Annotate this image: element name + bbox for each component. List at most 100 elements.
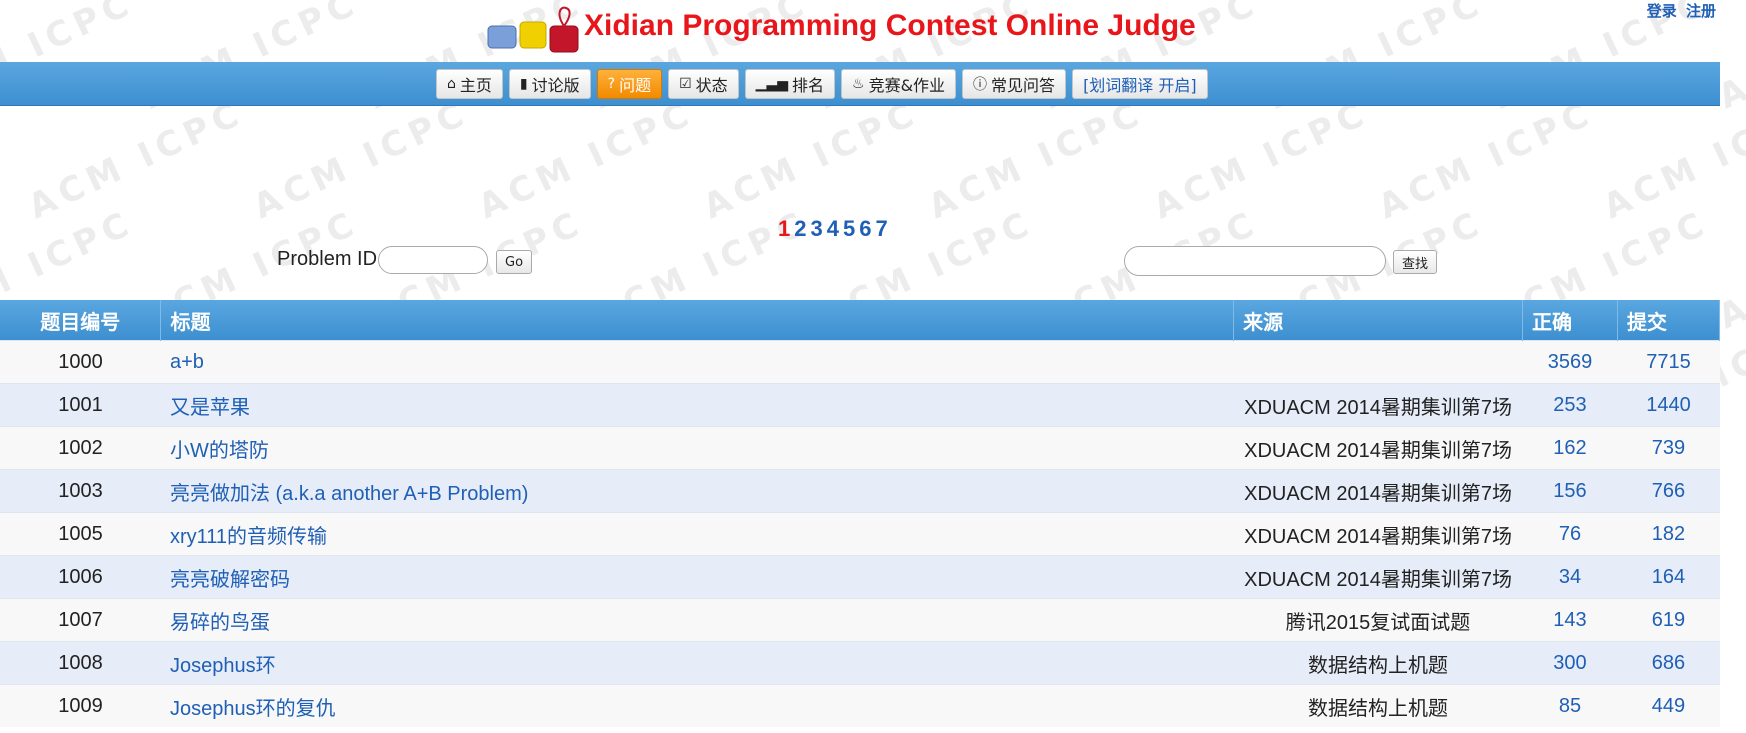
- col-header-accepted[interactable]: 正确: [1522, 300, 1618, 341]
- problem-id-label: Problem ID: [277, 248, 378, 270]
- col-header-source[interactable]: 来源: [1233, 300, 1523, 341]
- nav-item-label: [划词翻译 开启]: [1083, 76, 1197, 95]
- problem-title-link[interactable]: 小W的塔防: [170, 440, 269, 462]
- problem-id-input[interactable]: [378, 246, 488, 274]
- accepted-count-cell[interactable]: 34: [1522, 555, 1618, 599]
- table-row: 1007 易碎的鸟蛋 腾讯2015复试面试题 143 619: [0, 598, 1720, 642]
- site-title: Xidian Programming Contest Online Judge: [584, 9, 1196, 42]
- submitted-count-cell[interactable]: 739: [1617, 426, 1720, 470]
- problem-title-link[interactable]: xry111的音频传输: [170, 526, 327, 548]
- col-header-id[interactable]: 题目编号: [0, 300, 162, 341]
- accepted-count-cell[interactable]: 143: [1522, 598, 1618, 642]
- nav-item-2[interactable]: ? 问题: [596, 69, 663, 99]
- problem-id-cell: 1000: [0, 340, 161, 384]
- home-icon: ⌂: [447, 76, 456, 92]
- problem-title-cell[interactable]: 易碎的鸟蛋: [160, 598, 1234, 642]
- watermark-text: ACM ICPC: [1147, 92, 1375, 228]
- submitted-count-cell[interactable]: 7715: [1617, 340, 1720, 384]
- problem-source-cell: 腾讯2015复试面试题: [1233, 598, 1523, 642]
- accepted-count-cell[interactable]: 156: [1522, 469, 1618, 513]
- find-button[interactable]: 查找: [1393, 250, 1438, 274]
- watermark-text: ACM ICPC: [22, 92, 250, 228]
- table-row: 1008 Josephus环 数据结构上机题 300 686: [0, 641, 1720, 685]
- accepted-count-cell[interactable]: 85: [1522, 684, 1618, 727]
- col-header-title[interactable]: 标题: [160, 300, 1235, 341]
- table-row: 1003 亮亮做加法 (a.k.a another A+B Problem) XDU…: [0, 469, 1720, 513]
- problem-source-cell: XDUACM 2014暑期集训第7场: [1233, 512, 1523, 556]
- problem-source-cell: XDUACM 2014暑期集训第7场: [1233, 555, 1523, 599]
- watermark-text: ACM ICPC: [1372, 92, 1600, 228]
- page-link[interactable]: 7: [876, 216, 888, 242]
- problem-source-cell: XDUACM 2014暑期集训第7场: [1233, 383, 1523, 427]
- problem-title-link[interactable]: 易碎的鸟蛋: [170, 612, 270, 634]
- page-link[interactable]: 4: [827, 216, 839, 242]
- problem-id-cell: 1003: [0, 469, 161, 513]
- nav-item-label: 状态: [695, 76, 728, 95]
- problem-title-cell[interactable]: 亮亮做加法 (a.k.a another A+B Problem): [160, 469, 1234, 513]
- page-link[interactable]: 5: [843, 216, 855, 242]
- accepted-count-cell[interactable]: 253: [1522, 383, 1618, 427]
- accepted-count-cell[interactable]: 300: [1522, 641, 1618, 685]
- nav-item-1[interactable]: ▮ 讨论版: [508, 69, 591, 99]
- page-link[interactable]: 1: [778, 216, 790, 242]
- submitted-count-cell[interactable]: 182: [1617, 512, 1720, 556]
- nav-item-5[interactable]: ♨ 竞赛&作业: [841, 69, 957, 99]
- submitted-count-cell[interactable]: 164: [1617, 555, 1720, 599]
- problem-id-cell: 1001: [0, 383, 161, 427]
- problem-title-cell[interactable]: Josephus环: [160, 641, 1234, 685]
- problem-title-cell[interactable]: Josephus环的复仇: [160, 684, 1234, 727]
- register-link[interactable]: 注册: [1686, 2, 1716, 20]
- nav-item-6[interactable]: ⓘ 常见问答: [962, 69, 1067, 99]
- submitted-count-cell[interactable]: 1440: [1617, 383, 1720, 427]
- table-row: 1000 a+b 3569 7715: [0, 340, 1720, 384]
- page-link[interactable]: 3: [811, 216, 823, 242]
- problem-title-cell[interactable]: xry111的音频传输: [160, 512, 1234, 556]
- col-header-submitted[interactable]: 提交: [1617, 300, 1721, 341]
- problem-title-cell[interactable]: 亮亮破解密码: [160, 555, 1234, 599]
- watermark-text: ACM ICPC: [697, 92, 925, 228]
- problem-title-link[interactable]: 亮亮破解密码: [170, 569, 290, 591]
- nav-item-label: 常见问答: [991, 76, 1056, 95]
- problem-title-link[interactable]: 又是苹果: [170, 397, 250, 419]
- nav-item-0[interactable]: ⌂ 主页: [436, 69, 503, 99]
- checkbox-icon: ☑: [679, 76, 692, 92]
- watermark-text: ACM ICPC: [472, 92, 700, 228]
- problem-id-cell: 1002: [0, 426, 161, 470]
- problem-title-link[interactable]: a+b: [170, 351, 204, 373]
- problem-id-cell: 1008: [0, 641, 161, 685]
- submitted-count-cell[interactable]: 686: [1617, 641, 1720, 685]
- nav-item-label: 竞赛&作业: [868, 76, 946, 95]
- accepted-count-cell[interactable]: 76: [1522, 512, 1618, 556]
- table-row: 1002 小W的塔防 XDUACM 2014暑期集训第7场 162 739: [0, 426, 1720, 470]
- login-link[interactable]: 登录: [1647, 2, 1677, 20]
- question-icon: ?: [607, 76, 616, 92]
- page-link[interactable]: 2: [794, 216, 806, 242]
- pagination: 1234567: [778, 216, 888, 242]
- fire-icon: ♨: [852, 76, 865, 92]
- go-button[interactable]: Go: [496, 250, 533, 274]
- page-link[interactable]: 6: [859, 216, 871, 242]
- problem-title-cell[interactable]: a+b: [160, 340, 1234, 384]
- table-row: 1006 亮亮破解密码 XDUACM 2014暑期集训第7场 34 164: [0, 555, 1720, 599]
- problem-title-cell[interactable]: 小W的塔防: [160, 426, 1234, 470]
- problem-title-cell[interactable]: 又是苹果: [160, 383, 1234, 427]
- submitted-count-cell[interactable]: 766: [1617, 469, 1720, 513]
- nav-item-4[interactable]: ▁▃▅ 排名: [744, 69, 835, 99]
- accepted-count-cell[interactable]: 3569: [1522, 340, 1618, 384]
- nav-item-3[interactable]: ☑ 状态: [668, 69, 739, 99]
- main-nav: ⌂ 主页 ▮ 讨论版? 问题 ☑ 状态 ▁▃▅ 排名 ♨ 竞赛&作业 ⓘ 常见问答 [划词翻译 开启]: [0, 62, 1720, 106]
- signal-icon: ▁▃▅: [755, 76, 788, 92]
- submitted-count-cell[interactable]: 619: [1617, 598, 1720, 642]
- nav-item-7[interactable]: [划词翻译 开启]: [1072, 69, 1208, 99]
- table-row: 1005 xry111的音频传输 XDUACM 2014暑期集训第7场 76 182: [0, 512, 1720, 556]
- problem-title-link[interactable]: 亮亮做加法 (a.k.a another A+B Problem): [170, 483, 528, 505]
- problem-title-link[interactable]: Josephus环: [170, 655, 276, 677]
- problem-title-link[interactable]: Josephus环的复仇: [170, 698, 336, 720]
- search-input[interactable]: [1124, 246, 1386, 276]
- problem-table: 题目编号 标题 来源 正确 提交 1000 a+b 3569 7715 1001 又是苹果…: [0, 300, 1721, 727]
- submitted-count-cell[interactable]: 449: [1617, 684, 1720, 727]
- table-row: 1001 又是苹果 XDUACM 2014暑期集训第7场 253 1440: [0, 383, 1720, 427]
- accepted-count-cell[interactable]: 162: [1522, 426, 1618, 470]
- nav-item-label: 问题: [619, 76, 652, 95]
- info-icon: ⓘ: [973, 77, 988, 93]
